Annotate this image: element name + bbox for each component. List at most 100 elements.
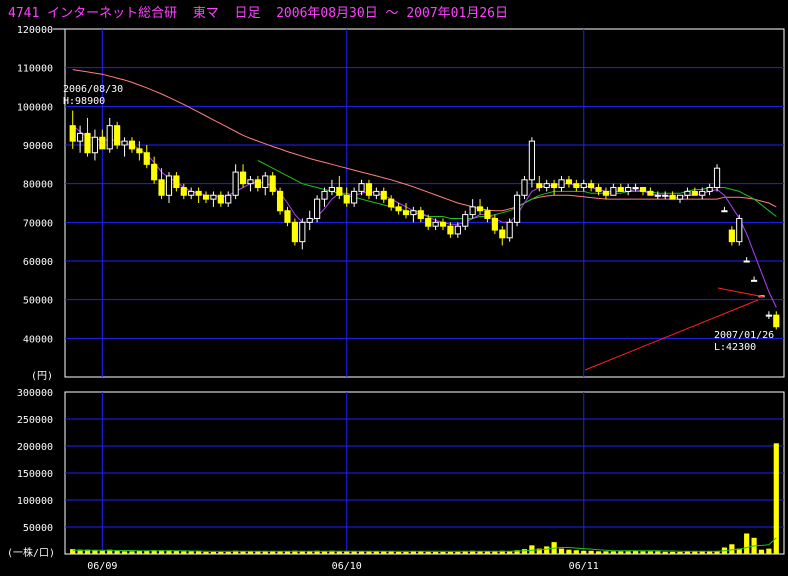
volume-bar [225,551,231,554]
candle-body [232,171,239,196]
volume-bar [188,551,194,554]
candle-body [225,194,232,204]
candle-body [328,187,336,192]
volume-bar [196,551,202,554]
candle-body [625,187,632,192]
volume-bar [121,551,128,554]
candle-body [462,214,469,227]
chart-svg: 40000 50000 60000 70000 80000 90000 100000 1100… [7,25,785,572]
candle-body [106,125,113,150]
high-value-annotation: H:98900 [63,96,105,107]
price-y-tick-label: 80000 [23,180,53,191]
candle-body [491,217,498,231]
candle-body [580,183,587,189]
low-value-annotation: L:42300 [714,342,756,353]
candle-body [262,175,269,189]
candle-body [588,183,595,189]
volume-bar [129,551,135,554]
low-date-annotation: 2007/01/26 [714,330,774,341]
candle-body [721,210,728,213]
candle-body [395,206,402,212]
candle-body [736,217,743,243]
candle-body [254,179,261,189]
candle-body [425,217,432,227]
candle-body [565,179,573,185]
volume-y-tick-label: 100000 [17,496,53,507]
volume-bar [595,551,602,554]
candle-body [380,190,387,200]
candle-body [388,198,395,208]
volume-bar [433,551,439,554]
candle-body [543,183,550,189]
volume-bar [677,551,683,554]
candle-body [114,125,121,146]
volume-bar [758,549,765,554]
candle-body [314,198,321,219]
candle-body [202,194,210,200]
volume-bar [425,551,431,554]
volume-y-tick-label: 300000 [17,388,53,399]
candle-body [691,190,698,196]
candle-body [699,190,706,196]
volume-bar [773,443,779,554]
volume-bar [440,551,446,554]
candle-body [417,210,424,219]
volume-bar [544,546,550,554]
candle-body [728,229,735,243]
candle-body [269,175,276,192]
volume-bar [588,550,594,554]
price-unit-label: (円) [31,371,53,382]
candle-body [358,183,365,192]
candle-body [365,183,373,196]
candle-body [276,190,284,212]
candle-body [121,140,128,146]
volume-bar [618,551,624,554]
price-y-tick-label: 120000 [17,25,53,36]
candle-body [158,179,165,196]
candle-body [284,210,291,223]
volume-bar [447,551,454,554]
candle-body [639,187,647,192]
volume-unit-label: (一株/口) [7,546,55,559]
volume-bar [210,551,217,554]
volume-bar [625,551,631,554]
volume-bar [573,550,579,554]
volume-bar [581,550,587,554]
candle-body [765,314,772,317]
volume-bar [92,550,98,554]
candle-body [84,132,91,154]
candle-body [188,190,195,196]
candle-body [321,190,328,200]
candle-body [432,221,439,227]
candle-body [595,187,602,192]
candle-body [773,314,780,328]
price-y-tick-label: 100000 [17,102,53,113]
candle-body [351,190,358,204]
candle-body [684,190,691,196]
volume-bar [603,551,609,554]
x-tick-label: 06/09 [87,561,117,572]
volume-y-tick-label: 50000 [23,523,53,534]
candle-body [454,225,461,235]
candle-body [373,190,380,196]
candle-body [165,175,173,196]
candle-body [713,167,721,189]
volume-y-tick-label: 200000 [17,442,53,453]
candle-body [676,194,684,200]
candle-body [521,179,528,196]
price-plot-frame [64,28,785,378]
price-y-tick-label: 60000 [23,257,53,268]
candle-body [136,148,143,154]
candle-body [558,179,565,189]
candle-body [77,132,84,142]
candle-body [573,183,580,189]
candle-body [476,206,484,212]
volume-bar [203,551,209,554]
volume-bar [566,549,572,554]
candle-body [173,175,180,189]
candle-body [439,221,447,227]
price-y-tick-label: 110000 [17,64,53,75]
candle-body [217,194,224,204]
volume-bar [181,551,187,554]
volume-y-tick-label: 250000 [17,415,53,426]
